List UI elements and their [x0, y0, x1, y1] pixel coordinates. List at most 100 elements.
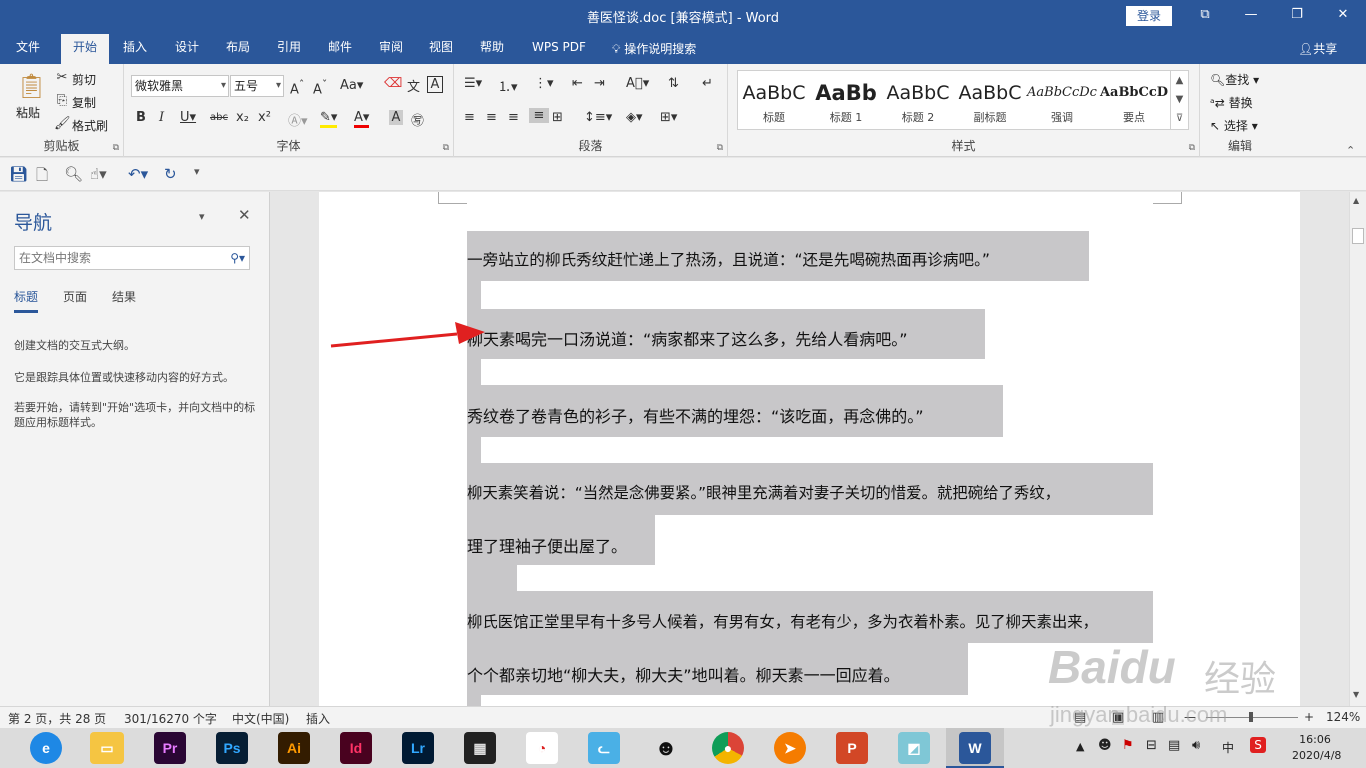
browser-icon[interactable]: e — [30, 732, 62, 764]
powerpoint-icon[interactable]: P — [836, 732, 868, 764]
page-count[interactable]: 第 2 页，共 28 页 — [8, 710, 106, 727]
tab-layout[interactable]: 布局 — [226, 38, 250, 64]
chinese-layout-icon[interactable]: A⃝▾ — [626, 76, 649, 91]
phonetic-guide-icon[interactable]: 文 — [407, 76, 420, 95]
notes-app-icon[interactable]: ◩ — [898, 732, 930, 764]
sogou-icon[interactable]: S — [1250, 737, 1266, 753]
bullets-icon[interactable]: ☰▾ — [464, 76, 482, 91]
tab-insert[interactable]: 插入 — [123, 38, 147, 64]
select-button[interactable]: ↖ 选择 ▾ — [1210, 117, 1258, 134]
usb-icon[interactable]: ⊟ — [1146, 738, 1157, 753]
indesign-icon[interactable]: Id — [340, 732, 372, 764]
qq-icon[interactable]: ☻ — [650, 732, 682, 764]
underline-icon[interactable]: U▾ — [180, 110, 196, 125]
player-icon[interactable]: ➤ — [774, 732, 806, 764]
tab-results[interactable]: 结果 — [112, 288, 136, 305]
language-status[interactable]: 中文(中国) — [232, 710, 289, 727]
lightroom-icon[interactable]: Lr — [402, 732, 434, 764]
doc-line[interactable]: 理了理袖子便出屋了。 — [467, 533, 627, 557]
font-color-icon[interactable]: A▾ — [354, 110, 370, 128]
video-editor-icon[interactable]: ▦ — [464, 732, 496, 764]
clear-formatting-icon[interactable]: ⌫ — [384, 76, 402, 91]
doc-line[interactable]: 秀纹卷了卷青色的衫子，有些不满的埋怨：“该吃面，再念佛的。” — [467, 403, 924, 427]
collapse-ribbon-icon[interactable]: ⌃ — [1346, 144, 1355, 157]
text-effects-icon[interactable]: Ⓐ▾ — [288, 110, 308, 129]
find-button[interactable]: 🔍︎查找 ▾ — [1210, 71, 1259, 88]
ime-indicator[interactable]: 中 — [1222, 739, 1234, 756]
scissors-icon[interactable]: ✂ — [54, 70, 70, 85]
doc-line[interactable]: 个个都亲切地“柳大夫，柳大夫”地叫着。柳天素一一回应着。 — [467, 662, 900, 686]
clock[interactable]: 16:06 2020/4/8 — [1292, 732, 1341, 764]
share-button[interactable]: 👤︎共享 — [1298, 40, 1337, 57]
bold-icon[interactable]: B — [136, 110, 146, 125]
distributed-icon[interactable]: ⊞ — [552, 110, 563, 125]
restore-icon[interactable]: ❐ — [1274, 0, 1320, 30]
subscript-icon[interactable]: x₂ — [236, 110, 249, 125]
borders-icon[interactable]: ⊞▾ — [660, 110, 677, 125]
cat-app-icon[interactable]: ᓚ — [588, 732, 620, 764]
touch-mode-icon[interactable]: ☝︎▾ — [90, 165, 107, 183]
customize-qat-icon[interactable]: ▾ — [194, 165, 200, 178]
style-subtitle[interactable]: AaBbC 副标题 — [954, 71, 1026, 129]
tab-view[interactable]: 视图 — [429, 38, 453, 64]
tab-pages[interactable]: 页面 — [63, 288, 87, 305]
minimize-icon[interactable]: — — [1228, 0, 1274, 30]
center-icon[interactable]: ≡ — [486, 110, 497, 125]
font-name-combo[interactable]: 微软雅黑 ▾ — [131, 75, 229, 97]
paste-button[interactable]: 粘贴 — [16, 104, 40, 121]
change-case-icon[interactable]: Aa▾ — [340, 78, 363, 93]
volume-icon[interactable]: 🔊︎ — [1192, 738, 1200, 753]
close-icon[interactable]: ✕ — [1320, 0, 1366, 30]
dialog-launcher-icon[interactable]: ⧉ — [1189, 143, 1195, 153]
photoshop-icon[interactable]: Ps — [216, 732, 248, 764]
search-icon[interactable]: ⚲▾ — [230, 247, 245, 269]
tab-wps-pdf[interactable]: WPS PDF — [532, 38, 586, 64]
copy-button[interactable]: 复制 — [72, 94, 96, 111]
strikethrough-icon[interactable]: abc — [210, 112, 228, 123]
sort-icon[interactable]: ⇅ — [668, 76, 679, 91]
doc-line[interactable]: 柳氏医馆正堂里早有十多号人候着，有男有女，有老有少，多为衣着朴素。见了柳天素出来… — [467, 610, 1098, 632]
char-shading-icon[interactable]: A — [389, 110, 403, 125]
word-taskbar-active[interactable]: W — [946, 728, 1004, 768]
dialog-launcher-icon[interactable]: ⧉ — [443, 143, 449, 153]
doc-line[interactable]: 柳天素笑着说：“当然是念佛要紧。”眼神里充满着对妻子关切的惜爱。就把碗给了秀纹， — [467, 481, 1060, 503]
tab-mailings[interactable]: 邮件 — [328, 38, 352, 64]
word-count[interactable]: 301/16270 个字 — [124, 710, 217, 727]
cut-button[interactable]: 剪切 — [72, 71, 96, 88]
dialog-launcher-icon[interactable]: ⧉ — [717, 143, 723, 153]
brush-icon[interactable]: 🖌︎ — [54, 116, 71, 131]
superscript-icon[interactable]: x² — [258, 110, 271, 125]
highlight-icon[interactable]: ✎▾ — [320, 110, 338, 128]
numbering-icon[interactable]: ⒈▾ — [498, 76, 518, 95]
illustrator-icon[interactable]: Ai — [278, 732, 310, 764]
show-marks-icon[interactable]: ↵ — [702, 76, 713, 91]
qq-tray-icon[interactable]: ☻ — [1098, 738, 1112, 753]
copy-icon[interactable]: ⎘ — [54, 93, 70, 108]
enclose-char-icon[interactable]: ㊢ — [411, 110, 424, 129]
redo-icon[interactable]: ↻ — [164, 165, 177, 183]
doc-line[interactable]: 一旁站立的柳氏秀纹赶忙递上了热汤，且说道：“还是先喝碗热面再诊病吧。” — [467, 248, 990, 270]
scroll-down-icon[interactable]: ▼ — [1353, 690, 1359, 699]
tab-references[interactable]: 引用 — [277, 38, 301, 64]
network-icon[interactable]: ▤ — [1168, 738, 1180, 753]
dialog-launcher-icon[interactable]: ⧉ — [113, 143, 119, 153]
tab-home[interactable]: 开始 — [61, 34, 110, 64]
media-app-icon[interactable]: ◔ — [526, 732, 558, 764]
save-icon[interactable]: 💾︎ — [9, 165, 28, 183]
tab-review[interactable]: 审阅 — [379, 38, 403, 64]
char-border-icon[interactable]: A — [427, 76, 443, 93]
style-heading-2[interactable]: AaBbC 标题 2 — [882, 71, 954, 129]
premiere-icon[interactable]: Pr — [154, 732, 186, 764]
tab-design[interactable]: 设计 — [175, 38, 199, 64]
align-right-icon[interactable]: ≡ — [508, 110, 519, 125]
doc-line[interactable]: 柳天素喝完一口汤说道：“病家都来了这么多，先给人看病吧。” — [467, 326, 908, 350]
increase-indent-icon[interactable]: ⇥ — [594, 76, 605, 91]
gallery-scroll[interactable]: ▲ ▼ ⊽ — [1170, 71, 1188, 129]
shrink-font-icon[interactable]: Aˇ — [313, 78, 327, 97]
chevron-down-icon[interactable]: ▾ — [199, 210, 205, 223]
scroll-up-icon[interactable]: ▲ — [1353, 196, 1359, 205]
align-left-icon[interactable]: ≡ — [464, 110, 475, 125]
print-preview-icon[interactable]: 🔍︎ — [64, 165, 83, 183]
tab-headings[interactable]: 标题 — [14, 288, 39, 313]
shading-icon[interactable]: ◈▾ — [626, 110, 643, 125]
